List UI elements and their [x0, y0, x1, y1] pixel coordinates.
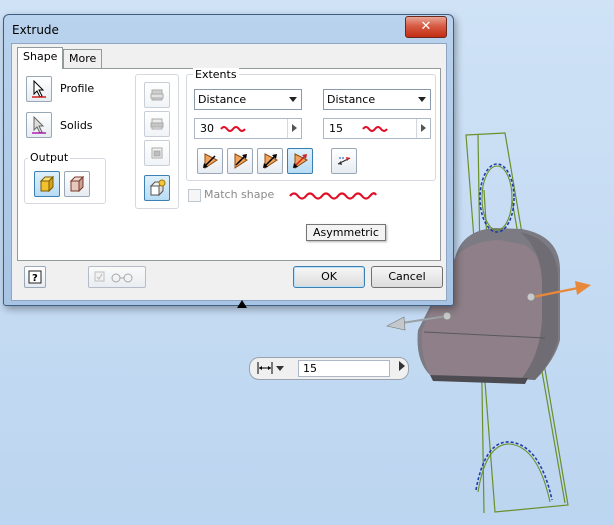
- cut-button[interactable]: [144, 111, 170, 137]
- symmetric-icon: [263, 153, 278, 169]
- intersect-button[interactable]: [144, 140, 170, 166]
- profile-circle-top: [479, 163, 515, 233]
- flip-icon: [337, 157, 351, 165]
- chevron-down-icon[interactable]: [276, 366, 284, 371]
- ok-button[interactable]: OK: [293, 266, 365, 288]
- help-icon: ?: [28, 270, 42, 284]
- output-surface-button[interactable]: [64, 171, 90, 197]
- title-bar[interactable]: Extrude ✕: [4, 15, 453, 43]
- direction-1-icon: [203, 153, 218, 169]
- extent-type-dropdown-2[interactable]: Distance: [323, 89, 431, 110]
- asymmetric-tooltip: Asymmetric: [306, 224, 386, 241]
- redaction-scribble: [220, 126, 246, 132]
- close-button[interactable]: ✕: [405, 16, 447, 38]
- extents-label: Extents: [193, 68, 239, 81]
- chevron-down-icon: [289, 97, 297, 102]
- direction-2-button[interactable]: [227, 148, 253, 174]
- direction-2-icon: [234, 153, 248, 169]
- tab-shape[interactable]: Shape: [17, 47, 64, 69]
- new-solid-button[interactable]: [144, 175, 170, 201]
- redaction-scribble: [289, 192, 377, 200]
- asymmetric-button[interactable]: [287, 148, 313, 174]
- expand-collapse-icon[interactable]: [237, 300, 247, 308]
- join-button[interactable]: [144, 82, 170, 108]
- extent-type-dropdown-1[interactable]: Distance: [194, 89, 302, 110]
- mini-toolbar: 15: [249, 357, 409, 380]
- mini-toolbar-distance-input[interactable]: 15: [298, 360, 390, 377]
- match-shape-label: Match shape: [204, 188, 275, 201]
- tab-more[interactable]: More: [63, 49, 103, 68]
- glasses-icon: [94, 271, 133, 283]
- distance-icon[interactable]: [256, 360, 274, 376]
- solids-button[interactable]: [26, 112, 52, 138]
- apply-arrow-icon[interactable]: [399, 361, 405, 371]
- solids-label: Solids: [60, 119, 93, 132]
- flip-direction-button[interactable]: [331, 148, 357, 174]
- profile-label: Profile: [60, 82, 95, 95]
- output-label: Output: [28, 151, 71, 164]
- cursor-arrow-icon: [32, 80, 46, 98]
- new-solid-icon: [149, 179, 166, 197]
- asymmetric-icon: [293, 153, 308, 169]
- solid-box-icon: [39, 175, 55, 193]
- join-icon: [150, 89, 164, 101]
- chevron-down-icon: [418, 97, 426, 102]
- symmetric-button[interactable]: [257, 148, 283, 174]
- svg-text:?: ?: [32, 273, 38, 284]
- match-shape-checkbox[interactable]: [188, 189, 201, 202]
- close-icon: ✕: [420, 19, 432, 34]
- flyout-arrow-icon[interactable]: [416, 119, 430, 138]
- cut-icon: [150, 118, 164, 130]
- dialog-client: Shape More Profile Solids Output Extents…: [11, 43, 447, 308]
- distance-input-1[interactable]: 30: [194, 118, 302, 139]
- output-solid-button[interactable]: [34, 171, 60, 197]
- help-button[interactable]: ?: [24, 266, 46, 288]
- redaction-scribble: [362, 126, 388, 132]
- flyout-arrow-icon[interactable]: [287, 119, 301, 138]
- intersect-icon: [151, 147, 163, 159]
- direction-1-button[interactable]: [197, 148, 223, 174]
- window-title: Extrude: [12, 23, 59, 37]
- preview-toggle[interactable]: [88, 266, 146, 288]
- extrude-dialog: Extrude ✕ Shape More Profile Solids Outp…: [3, 14, 454, 308]
- graphics-viewport[interactable]: Extrude ✕ Shape More Profile Solids Outp…: [0, 0, 614, 525]
- distance-input-2[interactable]: 15: [323, 118, 431, 139]
- surface-box-icon: [69, 175, 85, 193]
- cancel-button[interactable]: Cancel: [371, 266, 443, 288]
- profile-button[interactable]: [26, 76, 52, 102]
- cursor-arrow-icon: [32, 116, 46, 134]
